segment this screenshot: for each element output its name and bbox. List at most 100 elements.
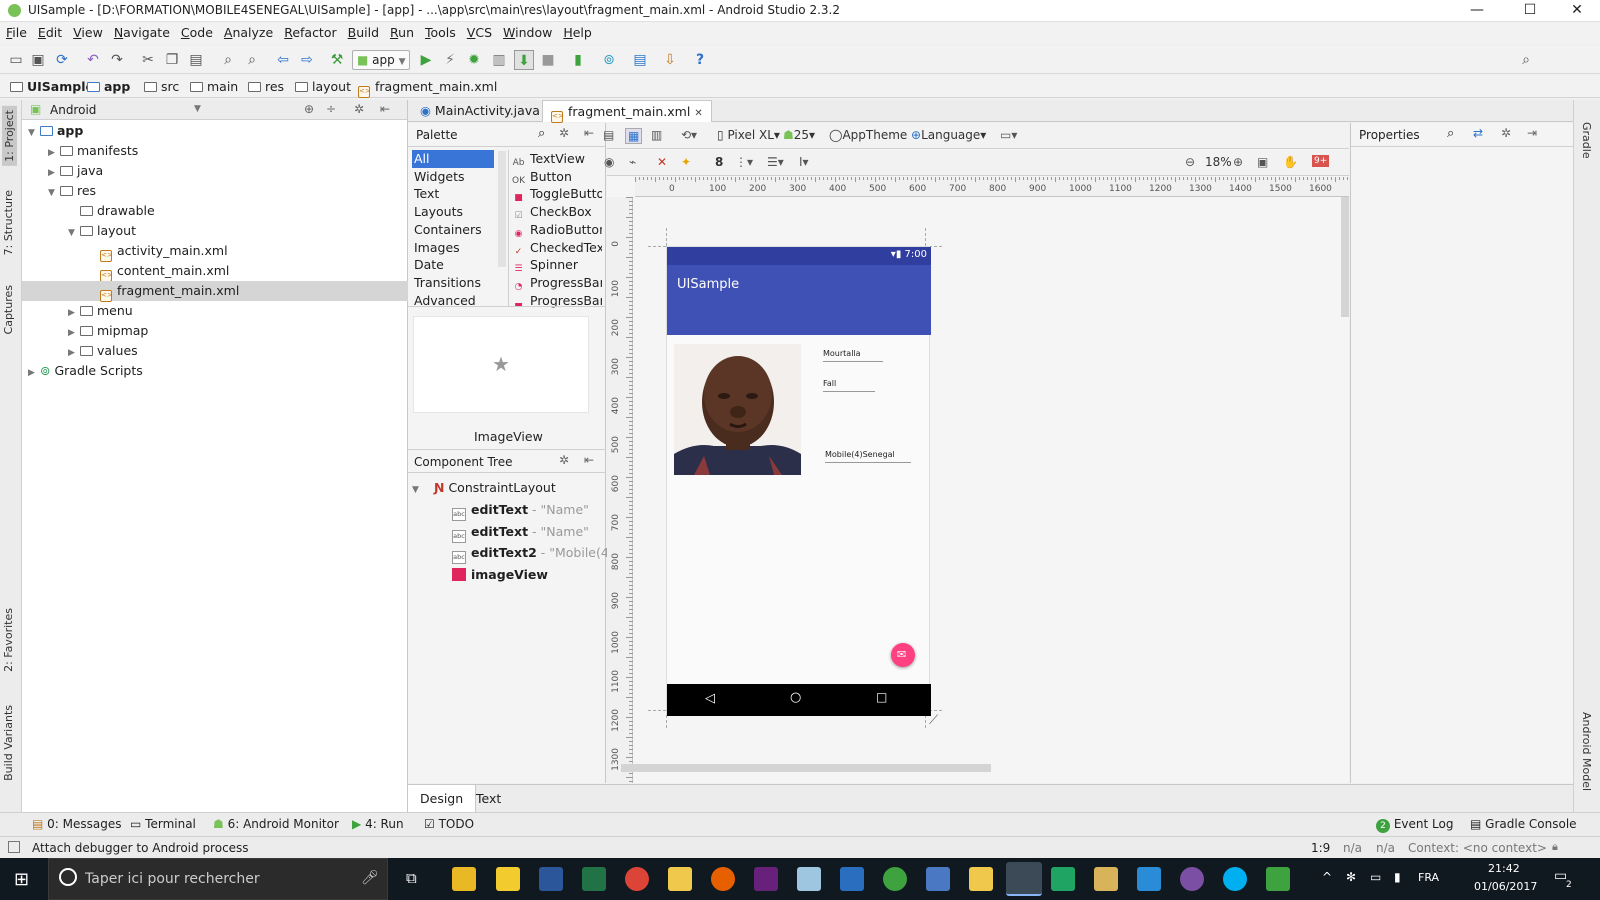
tab-favorites[interactable]: 2: Favorites bbox=[2, 608, 15, 672]
run-config-select[interactable]: ■ app ▼ bbox=[352, 50, 410, 70]
tree-item[interactable]: <> fragment_main.xml bbox=[22, 281, 408, 302]
find-icon[interactable]: ⌕ bbox=[218, 50, 238, 70]
palette-item[interactable]: ✓ CheckedTextView bbox=[512, 239, 602, 257]
category-scrollbar[interactable] bbox=[498, 151, 506, 267]
visual-studio-icon[interactable] bbox=[754, 867, 778, 891]
tab-android-model[interactable]: Android Model bbox=[1580, 712, 1593, 791]
close-icon[interactable]: ✕ bbox=[694, 108, 702, 119]
profile-icon[interactable]: ▥ bbox=[489, 50, 509, 70]
palette-category[interactable]: Containers bbox=[412, 221, 494, 239]
toggle-view-icon[interactable]: ⇄ bbox=[1473, 126, 1483, 140]
palette-category[interactable]: Text bbox=[412, 185, 494, 203]
remote-desktop-icon[interactable] bbox=[840, 867, 864, 891]
paste-icon[interactable]: ▤ bbox=[186, 50, 206, 70]
close-window-button[interactable]: ✕ bbox=[1554, 0, 1600, 22]
app-icon[interactable] bbox=[1094, 867, 1118, 891]
default-margin[interactable]: 8 bbox=[715, 155, 723, 169]
palette-item[interactable]: ■ ToggleButton bbox=[512, 185, 602, 203]
todo-tab[interactable]: ☑ TODO bbox=[424, 817, 474, 831]
org-field[interactable]: Mobile(4)Senegal bbox=[825, 450, 895, 459]
menu-run[interactable]: Run bbox=[384, 22, 419, 40]
expand-arrow-icon[interactable]: ▶ bbox=[48, 163, 60, 183]
network-app-icon[interactable] bbox=[926, 867, 950, 891]
debug-icon[interactable]: ✹ bbox=[464, 50, 484, 70]
tree-item[interactable]: ▶ ⊚ Gradle Scripts bbox=[22, 361, 408, 381]
tab-captures[interactable]: Captures bbox=[2, 285, 15, 334]
tree-item[interactable]: ▶ java bbox=[22, 161, 408, 181]
breadcrumb-file[interactable]: <> fragment_main.xml bbox=[358, 79, 497, 98]
expand-arrow-icon[interactable]: ▶ bbox=[68, 343, 80, 363]
tree-item[interactable]: ▼ app bbox=[22, 121, 408, 141]
search-everywhere-icon[interactable]: ⌕ bbox=[1516, 50, 1536, 70]
run-tab[interactable]: ▶ 4: Run bbox=[352, 817, 404, 831]
expand-arrow-icon[interactable]: ▶ bbox=[68, 323, 80, 343]
menu-code[interactable]: Code bbox=[175, 22, 218, 40]
forward-icon[interactable]: ⇨ bbox=[297, 50, 317, 70]
tab-design[interactable]: Design bbox=[408, 785, 477, 812]
menu-tools[interactable]: Tools bbox=[419, 22, 461, 40]
zoom-out-icon[interactable]: ⊖ bbox=[1185, 155, 1195, 169]
breadcrumb-res[interactable]: res bbox=[248, 79, 284, 94]
guidelines-icon[interactable]: I▾ bbox=[799, 155, 809, 169]
cut-icon[interactable]: ✂ bbox=[138, 50, 158, 70]
gear-icon[interactable]: ✲ bbox=[559, 453, 569, 467]
hide-panel-icon[interactable]: ⇤ bbox=[584, 126, 594, 140]
open-folder-icon[interactable]: ▭ bbox=[6, 50, 26, 70]
tree-item[interactable]: ▼ res bbox=[22, 181, 408, 201]
windows-start-icon[interactable]: ⊞ bbox=[14, 869, 29, 890]
android-studio-taskbar-icon[interactable] bbox=[1006, 862, 1042, 896]
menu-view[interactable]: View bbox=[67, 22, 108, 40]
language-select[interactable]: ⊕Language▾ bbox=[911, 128, 986, 142]
word-icon[interactable] bbox=[539, 867, 563, 891]
tab-text[interactable]: Text bbox=[476, 791, 501, 806]
fab-button[interactable]: ✉ bbox=[891, 643, 915, 667]
menu-window[interactable]: Window bbox=[497, 22, 557, 40]
tray-icon[interactable]: ✻ bbox=[1346, 870, 1356, 884]
menu-vcs[interactable]: VCS bbox=[461, 22, 497, 40]
hide-panel-icon[interactable]: ⇤ bbox=[584, 453, 594, 467]
gear-icon[interactable]: ✲ bbox=[559, 126, 569, 140]
gear-icon[interactable]: ✲ bbox=[1501, 126, 1511, 140]
redo-icon[interactable]: ↷ bbox=[107, 50, 127, 70]
scroll-from-source-icon[interactable]: ⊕ bbox=[304, 102, 314, 116]
tree-item[interactable]: ▼ layout bbox=[22, 221, 408, 241]
hide-panel-icon[interactable]: ⇤ bbox=[380, 102, 390, 116]
profile-image[interactable] bbox=[674, 344, 801, 475]
tab-build-variants[interactable]: Build Variants bbox=[2, 705, 15, 781]
save-icon[interactable]: ▣ bbox=[28, 50, 48, 70]
sticky-notes-icon[interactable] bbox=[496, 867, 520, 891]
pan-hand-icon[interactable]: ✋ bbox=[1283, 155, 1298, 169]
tree-item[interactable]: drawable bbox=[22, 201, 408, 221]
minimize-button[interactable]: — bbox=[1454, 0, 1500, 22]
attach-debugger-icon[interactable]: ⬇ bbox=[514, 50, 534, 70]
menu-navigate[interactable]: Navigate bbox=[108, 22, 175, 40]
run-icon[interactable]: ▶ bbox=[416, 50, 436, 70]
palette-item[interactable]: ◉ RadioButton bbox=[512, 221, 602, 239]
breadcrumb-layout[interactable]: layout bbox=[295, 79, 351, 94]
clear-constraints-icon[interactable]: ✕ bbox=[657, 155, 667, 169]
palette-category[interactable]: All bbox=[412, 150, 494, 168]
infer-constraints-icon[interactable]: ✦ bbox=[681, 155, 691, 169]
expand-arrow-icon[interactable]: ▼ bbox=[412, 480, 424, 500]
network-tray-icon[interactable]: ▮ bbox=[1394, 870, 1401, 884]
language-indicator[interactable]: FRA bbox=[1418, 871, 1439, 884]
mail-icon[interactable] bbox=[668, 867, 692, 891]
breadcrumb-src[interactable]: src bbox=[144, 79, 179, 94]
palette-item[interactable]: OK Button bbox=[512, 168, 602, 186]
component-tree-item[interactable]: abc editText - "Name" bbox=[452, 500, 589, 521]
excel-icon[interactable] bbox=[582, 867, 606, 891]
sync-gradle-icon[interactable]: ⊚ bbox=[599, 50, 619, 70]
layout-variants-icon[interactable]: ▭▾ bbox=[1000, 128, 1017, 142]
tree-root[interactable]: ▼ Ɲ ConstraintLayout bbox=[412, 478, 556, 498]
design-view-icon[interactable]: ▤ bbox=[603, 128, 614, 142]
help-icon[interactable]: ? bbox=[690, 50, 710, 70]
tree-item[interactable]: <> content_main.xml bbox=[22, 261, 408, 282]
battery-tray-icon[interactable]: ▭ bbox=[1370, 870, 1381, 884]
git-tool-icon[interactable] bbox=[1266, 867, 1290, 891]
palette-item[interactable]: ◔ ProgressBar bbox=[512, 274, 602, 292]
tab-fragment-main[interactable]: <> fragment_main.xml ✕ bbox=[542, 100, 712, 123]
breadcrumb-app[interactable]: app bbox=[87, 79, 130, 94]
skype-icon[interactable] bbox=[1223, 867, 1247, 891]
lock-icon[interactable]: 🔒︎ bbox=[1552, 840, 1558, 854]
menu-analyze[interactable]: Analyze bbox=[218, 22, 278, 40]
